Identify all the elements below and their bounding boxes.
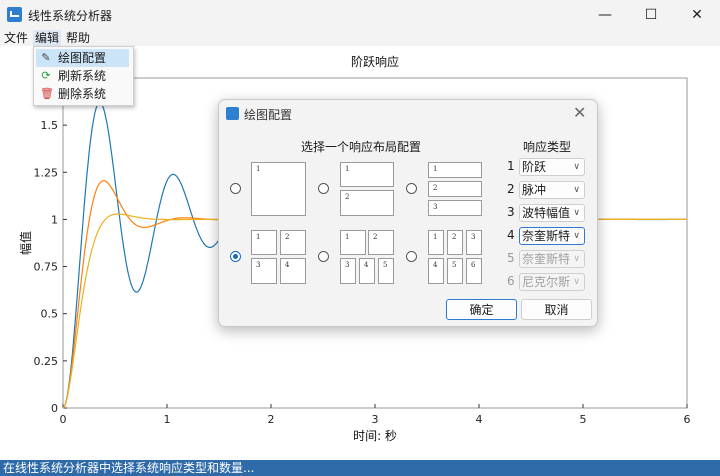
x-tick-label: 4 xyxy=(476,413,483,426)
response-index: 3 xyxy=(507,205,515,219)
chevron-down-icon: ∨ xyxy=(573,231,580,241)
chevron-down-icon: ∨ xyxy=(573,277,580,287)
layout-cell: 2 xyxy=(428,181,482,197)
layout-cell: 5 xyxy=(447,258,463,284)
layout-cell: 1 xyxy=(251,230,277,255)
response-type-select-3[interactable]: 波特幅值 ∨ xyxy=(519,204,585,222)
menu-item-refresh-systems[interactable]: ⟳ 刷新系统 xyxy=(36,67,129,85)
dialog-close-icon[interactable]: ✕ xyxy=(573,103,586,122)
layout-cell: 3 xyxy=(251,258,277,284)
y-tick-label: 0 xyxy=(51,402,58,415)
response-index: 4 xyxy=(507,228,515,242)
layout-cell: 4 xyxy=(359,258,375,284)
chevron-down-icon: ∨ xyxy=(573,162,580,172)
app-icon xyxy=(7,7,22,22)
edit-menu-dropdown: ✎ 绘图配置 ⟳ 刷新系统 🗑 删除系统 xyxy=(33,46,134,106)
menu-bar: 文件 编辑 帮助 xyxy=(0,30,720,46)
ok-button[interactable]: 确定 xyxy=(446,299,517,320)
cancel-button[interactable]: 取消 xyxy=(521,299,592,320)
response-type-select-6: 尼克尔斯 ∨ xyxy=(519,273,585,291)
status-bar: 在线性系统分析器中选择系统响应类型和数量... xyxy=(0,460,720,476)
maximize-button[interactable]: ☐ xyxy=(628,0,674,30)
x-tick-label: 6 xyxy=(684,413,691,426)
menu-help[interactable]: 帮助 xyxy=(64,30,92,46)
plot-config-icon: ✎ xyxy=(41,51,51,64)
layout-cell: 1 xyxy=(428,162,482,178)
x-axis-label: 时间: 秒 xyxy=(353,429,397,443)
y-tick-label: 0.75 xyxy=(34,261,59,274)
layout-cell: 2 xyxy=(280,230,306,255)
dialog-app-icon xyxy=(226,107,239,120)
menu-item-delete-systems[interactable]: 🗑 删除系统 xyxy=(36,85,129,103)
plot-config-dialog: 绘图配置 ✕ 选择一个响应布局配置 响应类型 1 1 2 1 2 3 1 2 3… xyxy=(218,99,598,327)
layout-radio-2[interactable] xyxy=(318,183,329,194)
y-tick-label: 1.25 xyxy=(34,166,59,179)
layout-cell: 4 xyxy=(280,258,306,284)
x-tick-label: 2 xyxy=(268,413,275,426)
response-index: 6 xyxy=(507,274,515,288)
layout-cell: 3 xyxy=(466,230,482,255)
menu-file[interactable]: 文件 xyxy=(2,30,30,46)
response-type-select-4[interactable]: 奈奎斯特 ∨ xyxy=(519,227,585,245)
response-index: 2 xyxy=(507,182,515,196)
y-tick-label: 0.25 xyxy=(34,355,59,368)
layout-cell: 3 xyxy=(340,258,356,284)
menu-edit[interactable]: 编辑 xyxy=(33,30,62,46)
layout-cell: 1 xyxy=(251,162,306,216)
window-title: 线性系统分析器 xyxy=(28,9,113,23)
chart-title: 阶跃响应 xyxy=(351,54,399,69)
menu-item-plot-config[interactable]: ✎ 绘图配置 xyxy=(36,49,129,67)
y-axis-label: 幅值 xyxy=(18,231,33,255)
x-tick-label: 5 xyxy=(580,413,587,426)
response-index: 5 xyxy=(507,251,515,265)
response-type-select-2[interactable]: 脉冲 ∨ xyxy=(519,181,585,199)
layout-radio-5[interactable] xyxy=(318,251,329,262)
layout-cell: 2 xyxy=(447,230,463,255)
minimize-button[interactable]: — xyxy=(582,0,628,30)
layout-radio-3[interactable] xyxy=(406,183,417,194)
layout-cell: 5 xyxy=(378,258,394,284)
x-tick-label: 0 xyxy=(60,413,67,426)
refresh-icon: ⟳ xyxy=(41,69,51,82)
trash-icon: 🗑 xyxy=(40,87,54,100)
layout-radio-1[interactable] xyxy=(230,183,241,194)
status-text: 在线性系统分析器中选择系统响应类型和数量... xyxy=(3,461,255,475)
layout-cell: 1 xyxy=(428,230,444,255)
layout-radio-4[interactable] xyxy=(230,251,241,262)
layout-radio-6[interactable] xyxy=(406,251,417,262)
layout-cell: 3 xyxy=(428,200,482,216)
layout-cell: 2 xyxy=(340,190,394,216)
response-type-select-1[interactable]: 阶跃 ∨ xyxy=(519,158,585,176)
chevron-down-icon: ∨ xyxy=(573,185,580,195)
y-tick-label: 1.5 xyxy=(41,119,59,132)
close-button[interactable]: ✕ xyxy=(674,0,720,30)
y-tick-label: 0.5 xyxy=(41,308,59,321)
chevron-down-icon: ∨ xyxy=(573,254,580,264)
response-types-title: 响应类型 xyxy=(523,140,572,154)
layout-cell: 4 xyxy=(428,258,444,284)
response-index: 1 xyxy=(507,159,515,173)
x-tick-label: 1 xyxy=(164,413,171,426)
layout-cell: 1 xyxy=(340,162,394,187)
layout-cell: 6 xyxy=(466,258,482,284)
y-tick-label: 1 xyxy=(51,213,58,226)
chevron-down-icon: ∨ xyxy=(573,208,580,218)
layout-cell: 1 xyxy=(340,230,366,255)
title-bar: 线性系统分析器 — ☐ ✕ xyxy=(0,0,720,30)
layout-cell: 2 xyxy=(368,230,394,255)
response-type-select-5: 奈奎斯特 ∨ xyxy=(519,250,585,268)
dialog-title: 绘图配置 xyxy=(244,108,293,122)
layout-section-title: 选择一个响应布局配置 xyxy=(301,140,422,154)
x-tick-label: 3 xyxy=(372,413,379,426)
